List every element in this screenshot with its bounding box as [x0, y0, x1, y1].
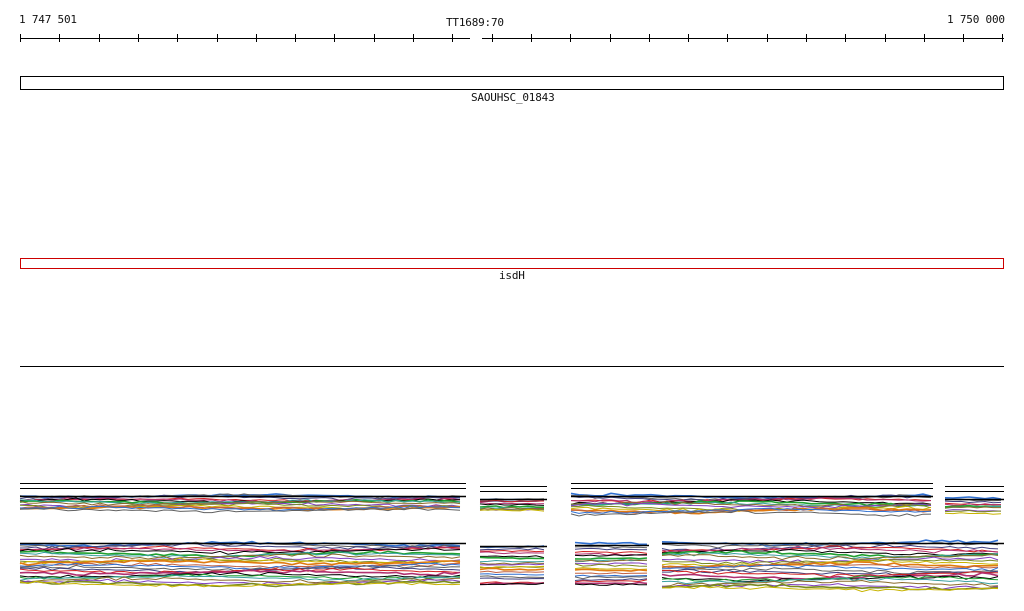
track-lower-segment-1 — [19, 540, 466, 588]
track-lower-segment-3 — [574, 541, 649, 586]
track-upper-segment-1 — [19, 483, 466, 514]
genome-browser-canvas[interactable] — [0, 0, 1024, 611]
feature-isdh[interactable] — [20, 258, 1004, 269]
feature-saouhsc-01843[interactable] — [20, 76, 1004, 90]
track-upper-segment-3 — [570, 483, 933, 517]
track-upper-segment-2 — [479, 486, 547, 512]
alignment-tracks — [19, 483, 1004, 593]
track-lower-segment-4 — [661, 539, 1004, 593]
position-ruler — [20, 34, 1004, 42]
track-lower-segment-2 — [479, 545, 547, 586]
track-upper-segment-4 — [944, 486, 1004, 515]
